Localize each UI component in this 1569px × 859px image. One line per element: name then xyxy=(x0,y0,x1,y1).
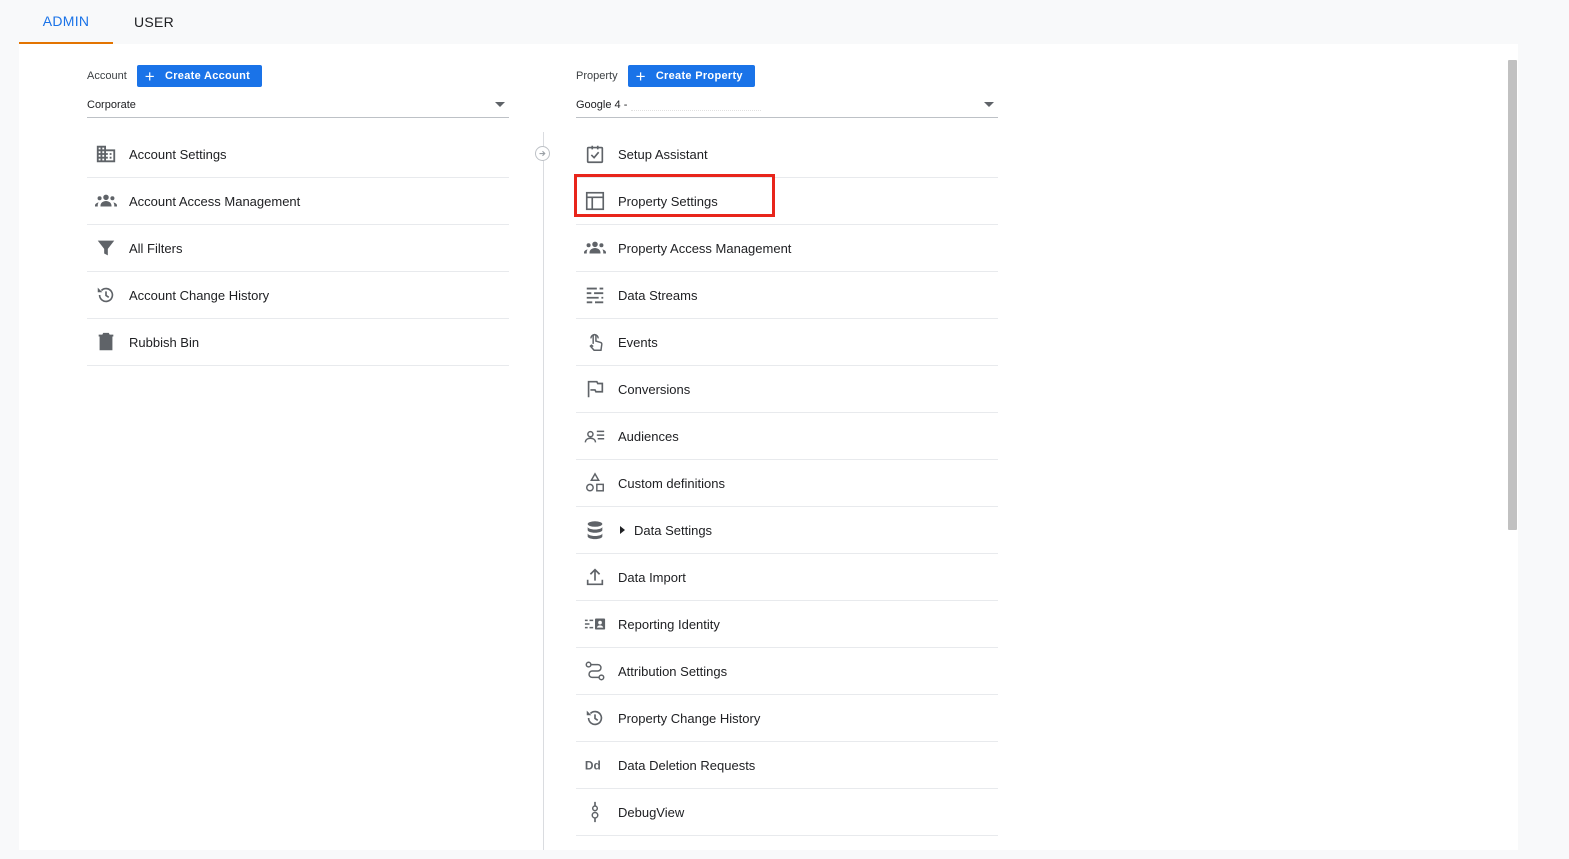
property-menu-item-attribution-settings[interactable]: Attribution Settings xyxy=(576,648,998,695)
plus-icon: + xyxy=(635,66,646,86)
menu-item-label: Attribution Settings xyxy=(618,663,728,679)
touch-icon xyxy=(584,331,606,353)
property-menu-item-debugview[interactable]: DebugView xyxy=(576,789,998,836)
create-property-button[interactable]: + Create Property xyxy=(627,65,755,87)
property-menu-item-property-settings[interactable]: Property Settings xyxy=(576,178,998,225)
dropdown-arrow-icon xyxy=(984,102,994,107)
redacted-property-name xyxy=(631,100,762,111)
menu-item-label: Property Access Management xyxy=(618,240,792,256)
layout-icon xyxy=(584,190,606,212)
svg-text:Dd: Dd xyxy=(585,759,601,773)
upload-icon xyxy=(584,566,606,588)
menu-item-label: Data Deletion Requests xyxy=(618,757,756,773)
expand-arrow-icon[interactable] xyxy=(620,526,625,534)
building-icon xyxy=(95,143,117,165)
trash-icon xyxy=(95,331,117,353)
property-selected-value: Google 4 - xyxy=(576,99,628,111)
account-menu-item-access-management[interactable]: Account Access Management xyxy=(87,178,509,225)
menu-item-label: Account Change History xyxy=(129,287,270,303)
checkbox-icon xyxy=(584,143,606,165)
people-icon xyxy=(95,190,117,212)
account-menu-item-all-filters[interactable]: All Filters xyxy=(87,225,509,272)
menu-item-label: Data Import xyxy=(618,569,686,585)
menu-item-label: Property Settings xyxy=(618,193,718,209)
property-menu-item-custom-definitions[interactable]: Custom definitions xyxy=(576,460,998,507)
property-menu-item-setup-assistant[interactable]: Setup Assistant xyxy=(576,131,998,178)
identity-icon xyxy=(584,613,606,635)
debug-icon xyxy=(584,801,606,823)
property-menu-item-change-history[interactable]: Property Change History xyxy=(576,695,998,742)
attribution-icon xyxy=(584,660,606,682)
account-menu-item-change-history[interactable]: Account Change History xyxy=(87,272,509,319)
history-icon xyxy=(95,284,117,306)
column-divider xyxy=(543,132,544,850)
account-label: Account xyxy=(87,70,127,82)
flag-icon xyxy=(584,378,606,400)
menu-item-label: DebugView xyxy=(618,804,685,820)
tab-user[interactable]: USER xyxy=(113,0,195,44)
menu-item-label: Conversions xyxy=(618,381,691,397)
menu-item-label: Account Settings xyxy=(129,146,227,162)
create-property-label: Create Property xyxy=(655,70,743,82)
menu-item-label: Rubbish Bin xyxy=(129,334,200,350)
admin-panel: Account + Create Account Corporate Accou… xyxy=(19,44,1518,850)
shapes-icon xyxy=(584,472,606,494)
streams-icon xyxy=(584,284,606,306)
property-menu-item-conversions[interactable]: Conversions xyxy=(576,366,998,413)
property-menu-item-data-import[interactable]: Data Import xyxy=(576,554,998,601)
menu-item-label: Property Change History xyxy=(618,710,761,726)
property-menu-item-data-settings[interactable]: Data Settings xyxy=(576,507,998,554)
audience-icon xyxy=(584,425,606,447)
property-menu-item-reporting-identity[interactable]: Reporting Identity xyxy=(576,601,998,648)
menu-item-label: Reporting Identity xyxy=(618,616,720,632)
menu-item-label: Events xyxy=(618,334,658,350)
history-icon xyxy=(584,707,606,729)
menu-item-label: Data Settings xyxy=(634,522,713,538)
people-icon xyxy=(584,237,606,259)
menu-item-label: Account Access Management xyxy=(129,193,301,209)
vertical-scrollbar[interactable] xyxy=(1508,60,1517,530)
plus-icon: + xyxy=(144,66,155,86)
menu-item-label: Setup Assistant xyxy=(618,146,708,162)
database-icon xyxy=(584,519,606,541)
menu-item-label: Custom definitions xyxy=(618,475,725,491)
dd-icon: Dd xyxy=(584,754,606,776)
account-menu-item-rubbish-bin[interactable]: Rubbish Bin xyxy=(87,319,509,366)
account-selected-value: Corporate xyxy=(87,99,136,111)
filter-icon xyxy=(95,237,117,259)
create-account-button[interactable]: + Create Account xyxy=(136,65,263,87)
property-menu-item-audiences[interactable]: Audiences xyxy=(576,413,998,460)
menu-item-label: Audiences xyxy=(618,428,679,444)
dropdown-arrow-icon xyxy=(495,102,505,107)
column-link-icon[interactable] xyxy=(535,146,550,161)
account-header: Account + Create Account xyxy=(87,65,263,87)
property-menu-item-data-deletion-requests[interactable]: Dd Data Deletion Requests xyxy=(576,742,998,789)
tab-admin[interactable]: ADMIN xyxy=(19,0,113,44)
property-label: Property xyxy=(576,70,618,82)
account-menu-item-account-settings[interactable]: Account Settings xyxy=(87,131,509,178)
property-header: Property + Create Property xyxy=(576,65,755,87)
account-selector[interactable]: Corporate xyxy=(87,93,509,118)
account-menu: Account Settings Account Access Manageme… xyxy=(87,131,509,366)
property-menu-item-events[interactable]: Events xyxy=(576,319,998,366)
property-menu: Setup Assistant Property Settings Proper… xyxy=(576,131,998,836)
create-account-label: Create Account xyxy=(164,70,251,82)
property-menu-item-data-streams[interactable]: Data Streams xyxy=(576,272,998,319)
property-selector[interactable]: Google 4 - xyxy=(576,93,998,118)
admin-user-tabs: ADMIN USER xyxy=(19,0,195,44)
menu-item-label: Data Streams xyxy=(618,287,698,303)
property-menu-item-access-management[interactable]: Property Access Management xyxy=(576,225,998,272)
menu-item-label: All Filters xyxy=(129,240,183,256)
